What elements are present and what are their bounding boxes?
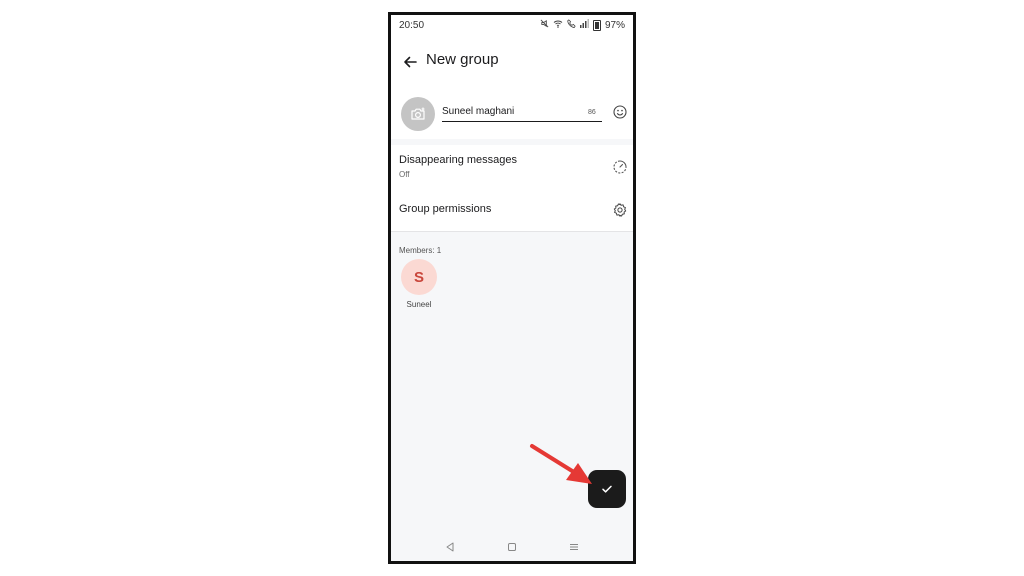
status-icons: 97% [540,19,625,31]
arrow-left-icon [404,56,417,68]
member-name: Suneel [406,300,432,309]
member-avatar: S [401,259,437,295]
disappearing-messages-value: Off [399,170,410,179]
battery-level: 97% [604,19,625,31]
gear-icon [612,202,628,218]
confirm-create-group-button[interactable] [588,470,626,508]
emoji-button[interactable] [612,104,628,120]
battery-icon [592,19,601,31]
call-icon [567,19,576,31]
group-name-row: 86 [391,87,633,139]
group-name-input[interactable] [442,101,602,122]
back-button[interactable] [397,49,423,75]
members-count-label: Members: 1 [399,246,442,255]
disappearing-messages-row[interactable]: Disappearing messages Off [391,145,633,189]
mute-icon [540,19,549,31]
group-permissions-row[interactable]: Group permissions [391,189,633,231]
member-item[interactable]: S Suneel [399,259,439,309]
nav-home-icon [508,543,516,551]
group-permissions-title: Group permissions [399,203,492,215]
smiley-icon [613,105,627,119]
nav-home-button[interactable] [505,540,519,554]
page-title: New group [426,51,499,68]
signal-icon [579,19,589,31]
app-bar: New group [391,37,633,87]
camera-add-icon [411,107,425,120]
wifi-icon [553,19,563,31]
status-bar: 20:50 97% [391,15,633,37]
nav-back-icon [446,542,454,552]
disappearing-messages-title: Disappearing messages [399,154,518,166]
nav-recents-icon [570,544,578,550]
nav-recents-button[interactable] [567,540,581,554]
nav-back-button[interactable] [443,540,457,554]
group-settings: Disappearing messages Off Group permissi… [391,145,633,232]
phone-screen: 20:50 97% New group Suneel maghani 86 Di… [388,12,636,564]
char-counter: 86 [588,109,596,116]
group-avatar-button[interactable] [401,97,435,131]
status-time: 20:50 [399,20,425,31]
checkmark-icon [602,485,612,493]
system-nav-bar [391,533,633,561]
timer-icon [612,159,628,175]
